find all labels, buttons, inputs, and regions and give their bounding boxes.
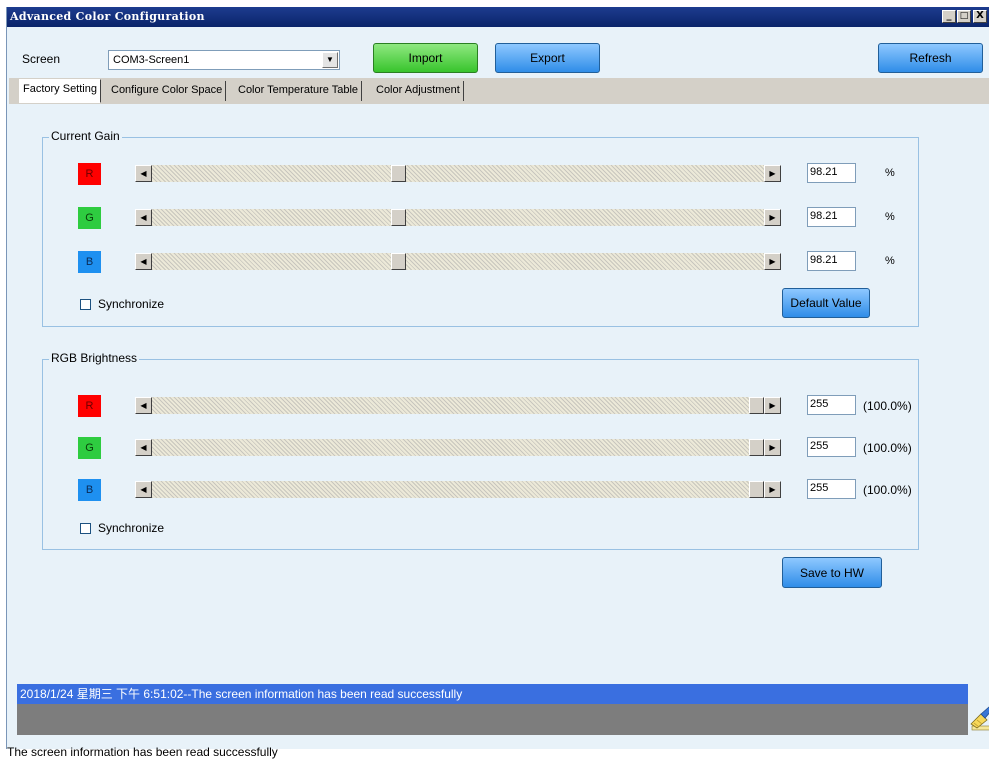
- tab-factory-setting[interactable]: Factory Setting: [19, 79, 101, 103]
- app-window: Advanced Color Configuration _ □ X Scree…: [6, 7, 989, 759]
- tab-color-temperature-table[interactable]: Color Temperature Table: [235, 81, 363, 101]
- slider-thumb[interactable]: [749, 439, 764, 456]
- brightness-r-slider[interactable]: ◀ ▶: [135, 397, 781, 414]
- channel-b-swatch: B: [78, 479, 101, 501]
- channel-b-swatch: B: [78, 251, 101, 273]
- arrow-right-icon[interactable]: ▶: [764, 209, 781, 226]
- arrow-right-icon[interactable]: ▶: [764, 439, 781, 456]
- slider-thumb[interactable]: [749, 397, 764, 414]
- arrow-left-icon[interactable]: ◀: [135, 209, 152, 226]
- brightness-b-input[interactable]: 255: [807, 479, 856, 499]
- status-message: The screen information has been read suc…: [7, 745, 278, 759]
- brightness-r-input[interactable]: 255: [807, 395, 856, 415]
- brightness-synchronize-label: Synchronize: [98, 521, 165, 535]
- gain-b-slider[interactable]: ◀ ▶: [135, 253, 781, 270]
- slider-thumb[interactable]: [391, 165, 406, 182]
- rgb-brightness-title: RGB Brightness: [49, 351, 140, 365]
- screen-select[interactable]: COM3-Screen1 ▼: [108, 50, 340, 70]
- arrow-right-icon[interactable]: ▶: [764, 397, 781, 414]
- brightness-g-slider[interactable]: ◀ ▶: [135, 439, 781, 456]
- gain-b-unit: %: [885, 255, 895, 267]
- arrow-left-icon[interactable]: ◀: [135, 165, 152, 182]
- screen-select-value: COM3-Screen1: [113, 54, 190, 66]
- gain-synchronize-label: Synchronize: [98, 297, 165, 311]
- gain-g-input[interactable]: 98.21: [807, 207, 856, 227]
- gain-r-unit: %: [885, 167, 895, 179]
- slider-thumb[interactable]: [391, 209, 406, 226]
- brightness-r-percent: (100.0%): [863, 399, 912, 413]
- arrow-left-icon[interactable]: ◀: [135, 253, 152, 270]
- slider-thumb[interactable]: [391, 253, 406, 270]
- channel-g-swatch: G: [78, 437, 101, 459]
- import-button[interactable]: Import: [373, 43, 478, 73]
- brightness-b-percent: (100.0%): [863, 483, 912, 497]
- window-title: Advanced Color Configuration: [10, 10, 205, 23]
- arrow-right-icon[interactable]: ▶: [764, 481, 781, 498]
- close-button[interactable]: X: [973, 10, 987, 23]
- gain-r-slider[interactable]: ◀ ▶: [135, 165, 781, 182]
- minimize-button[interactable]: _: [942, 10, 956, 23]
- channel-g-swatch: G: [78, 207, 101, 229]
- arrow-left-icon[interactable]: ◀: [135, 397, 152, 414]
- brightness-b-slider[interactable]: ◀ ▶: [135, 481, 781, 498]
- current-gain-title: Current Gain: [49, 129, 122, 143]
- gain-r-input[interactable]: 98.21: [807, 163, 856, 183]
- default-value-button[interactable]: Default Value: [782, 288, 870, 318]
- slider-thumb[interactable]: [749, 481, 764, 498]
- tab-configure-color-space[interactable]: Configure Color Space: [108, 81, 227, 101]
- save-to-hw-button[interactable]: Save to HW: [782, 557, 882, 588]
- channel-r-swatch: R: [78, 395, 101, 417]
- screen-label: Screen: [22, 52, 61, 66]
- arrow-left-icon[interactable]: ◀: [135, 481, 152, 498]
- broom-icon[interactable]: [969, 706, 989, 732]
- refresh-button[interactable]: Refresh: [878, 43, 983, 73]
- gain-g-slider[interactable]: ◀ ▶: [135, 209, 781, 226]
- brightness-g-input[interactable]: 255: [807, 437, 856, 457]
- arrow-left-icon[interactable]: ◀: [135, 439, 152, 456]
- current-gain-group: Current Gain R ◀ ▶ 98.21 % G ◀ ▶ 98.21 %…: [42, 129, 919, 327]
- arrow-right-icon[interactable]: ▶: [764, 253, 781, 270]
- arrow-right-icon[interactable]: ▶: [764, 165, 781, 182]
- gain-synchronize-checkbox[interactable]: [80, 299, 91, 310]
- gain-g-unit: %: [885, 211, 895, 223]
- gain-b-input[interactable]: 98.21: [807, 251, 856, 271]
- factory-setting-panel: Current Gain R ◀ ▶ 98.21 % G ◀ ▶ 98.21 %…: [9, 104, 989, 660]
- export-button[interactable]: Export: [495, 43, 600, 73]
- maximize-button[interactable]: □: [957, 10, 971, 23]
- brightness-synchronize-checkbox[interactable]: [80, 523, 91, 534]
- chevron-down-icon[interactable]: ▼: [322, 52, 338, 68]
- brightness-g-percent: (100.0%): [863, 441, 912, 455]
- title-bar: Advanced Color Configuration _ □ X: [7, 7, 989, 27]
- log-line[interactable]: 2018/1/24 星期三 下午 6:51:02--The screen inf…: [17, 684, 968, 704]
- channel-r-swatch: R: [78, 163, 101, 185]
- log-panel: [17, 704, 968, 735]
- rgb-brightness-group: RGB Brightness R ◀ ▶ 255 (100.0%) G ◀ ▶ …: [42, 351, 919, 550]
- tab-color-adjustment[interactable]: Color Adjustment: [373, 81, 464, 101]
